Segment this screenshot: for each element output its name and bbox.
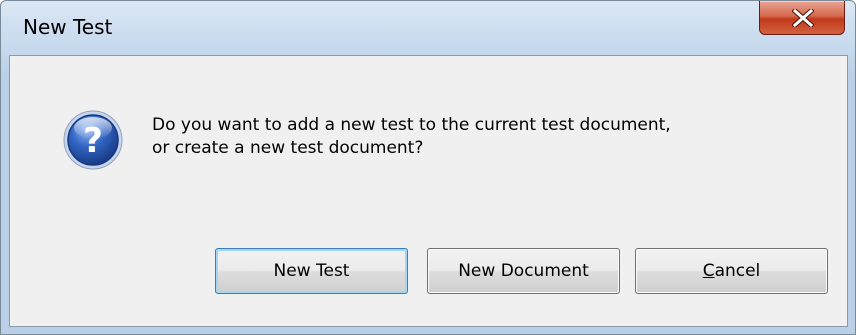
svg-text:?: ? [83, 121, 103, 161]
dialog-content: ? Do you want to add a new test to the c… [9, 55, 848, 327]
title-bar[interactable]: New Test [1, 1, 855, 55]
message-line-2: or create a new test document? [152, 138, 424, 158]
window-title: New Test [23, 15, 113, 39]
cancel-button[interactable]: Cancel [635, 248, 828, 294]
close-button[interactable] [759, 1, 845, 35]
new-document-button[interactable]: New Document [427, 248, 620, 294]
message-line-1: Do you want to add a new test to the cur… [152, 115, 671, 135]
new-test-button[interactable]: New Test [215, 248, 408, 294]
close-icon [792, 9, 814, 27]
dialog-message: Do you want to add a new test to the cur… [152, 114, 792, 160]
dialog-window: New Test ? Do you want to add a new test… [0, 0, 856, 335]
question-icon: ? [61, 108, 125, 176]
